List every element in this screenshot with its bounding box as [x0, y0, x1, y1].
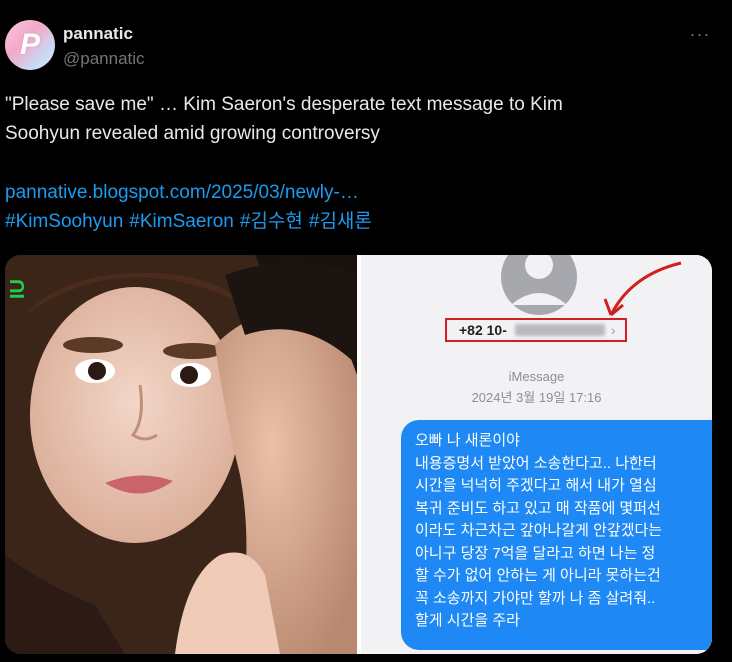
message-line: 이라도 차근차근 갚아나갈게 안갚겠다는: [415, 522, 663, 539]
chevron-right-icon: ›: [610, 322, 616, 338]
message-timestamp: 2024년 3월 19일 17:16: [471, 390, 602, 405]
message-line: 내용증명서 받았어 소송한다고.. 나한터: [415, 454, 657, 472]
message-bubble: 오빠 나 새론이야 내용증명서 받았어 소송한다고.. 나한터 시간을 넉넉히 …: [401, 420, 712, 650]
hashtag-kimsoohyun[interactable]: #KimSoohyun: [5, 211, 123, 232]
tweet-header: P pannatic @pannatic ···: [0, 0, 732, 80]
user-handle[interactable]: @pannatic: [63, 49, 145, 69]
tweet-text: "Please save me" … Kim Saeron's desperat…: [5, 94, 563, 144]
message-screenshot[interactable]: +82 10- › iMessage 2024년 3월 19일 17:16 오빠…: [361, 255, 712, 654]
message-line: 꼭 소송까지 가야만 할까 나 좀 살려줘..: [415, 589, 656, 607]
hashtag-kimsaeron-korean[interactable]: #김새론: [309, 211, 372, 232]
phone-number: +82 10-: [459, 322, 507, 338]
couple-photo[interactable]: IU: [5, 255, 357, 654]
couple-photo-illustration: [5, 255, 357, 654]
redacted-number: [514, 324, 605, 336]
avatar[interactable]: P: [5, 20, 55, 70]
hashtags: #KimSoohyun #KimSaeron #김수현 #김새론: [5, 207, 378, 236]
message-line: 할 수가 없어 안하는 게 아니라 못하는건: [415, 567, 661, 584]
imessage-label: iMessage: [508, 369, 565, 384]
message-line: 복귀 준비도 하고 있고 매 작품에 몇퍼선: [415, 499, 661, 517]
photo-watermark: IU: [7, 279, 29, 299]
display-name[interactable]: pannatic: [63, 24, 133, 44]
message-line: 오빠 나 새론이야: [415, 432, 520, 449]
article-link[interactable]: pannative.blogspot.com/2025/03/newly-…: [5, 178, 359, 207]
message-line: 아니구 당장 7억을 달라고 하면 나는 정: [415, 544, 656, 562]
message-line: 할게 시간을 주라: [415, 612, 520, 629]
tweet-media[interactable]: IU +82 10- › iMessage 2024년 3월 19일 17:16…: [5, 255, 712, 654]
pannatic-logo-icon: P: [19, 28, 40, 61]
hashtag-kimsaeron[interactable]: #KimSaeron: [129, 211, 234, 232]
phone-number-box: +82 10- ›: [445, 318, 627, 342]
hashtag-kimsoohyun-korean[interactable]: #김수현: [240, 211, 303, 232]
message-line: 시간을 넉넉히 주겠다고 해서 내가 열심: [415, 477, 657, 494]
more-options-icon[interactable]: ···: [688, 22, 712, 46]
